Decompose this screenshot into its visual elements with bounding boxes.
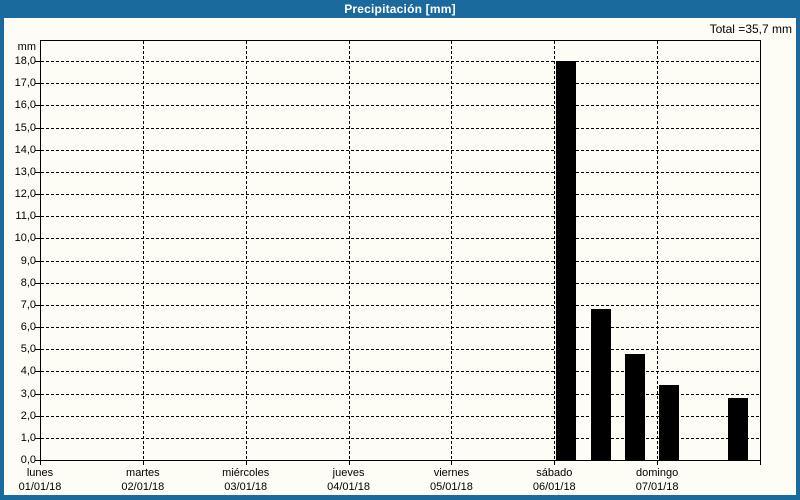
x-day-weekday-label: martes [93,467,193,480]
y-tick-label: 0,0 [0,454,36,467]
chart-title: Precipitación [mm] [344,2,456,16]
y-tick-label: 17,0 [0,77,36,90]
x-gridline [143,41,144,459]
y-gridline [41,172,759,173]
x-day-weekday-label: miércoles [196,467,296,480]
x-day-date-label: 04/01/18 [299,481,399,494]
x-day-weekday-label: jueves [299,467,399,480]
y-tick-label: 18,0 [0,55,36,68]
y-tick-label: 12,0 [0,188,36,201]
y-gridline [41,438,759,439]
x-day-weekday-label: viernes [401,467,501,480]
y-gridline [41,416,759,417]
y-gridline [41,105,759,106]
y-gridline [41,238,759,239]
window-border-bottom [0,495,800,500]
x-tick [349,461,350,465]
y-tick-label: 3,0 [0,388,36,401]
x-tick [554,461,555,465]
y-gridline [41,394,759,395]
x-day-date-label: 06/01/18 [504,481,604,494]
y-gridline [41,194,759,195]
precipitation-bar [659,385,679,460]
precipitation-bar [556,61,576,460]
y-gridline [41,83,759,84]
y-gridline [41,305,759,306]
y-tick-label: 6,0 [0,321,36,334]
y-gridline [41,349,759,350]
x-day-date-label: 07/01/18 [607,481,707,494]
x-day-date-label: 05/01/18 [401,481,501,494]
x-gridline [246,41,247,459]
y-tick-label: 16,0 [0,99,36,112]
y-tick-label: 4,0 [0,365,36,378]
y-gridline [41,61,759,62]
x-tick [246,461,247,465]
y-tick-label: 10,0 [0,232,36,245]
y-gridline [41,283,759,284]
y-tick-label: 15,0 [0,122,36,135]
y-tick-label: 1,0 [0,432,36,445]
y-tick-label: 2,0 [0,410,36,423]
window-border-right [796,18,800,500]
x-gridline [554,41,555,459]
y-gridline [41,371,759,372]
x-tick [451,461,452,465]
total-label: Total =35,7 mm [710,22,792,36]
window-border-left [0,18,4,500]
y-gridline [41,261,759,262]
x-day-date-label: 03/01/18 [196,481,296,494]
x-day-date-label: 02/01/18 [93,481,193,494]
chart-titlebar: Precipitación [mm] [0,0,800,18]
x-gridline [451,41,452,459]
x-tick [657,461,658,465]
x-tick [760,461,761,465]
precipitation-bar [728,398,748,460]
y-tick-label: 11,0 [0,210,36,223]
x-day-weekday-label: lunes [0,467,90,480]
x-day-date-label: 01/01/18 [0,481,90,494]
y-tick-label: 7,0 [0,299,36,312]
y-tick-label: 9,0 [0,255,36,268]
y-gridline [41,216,759,217]
x-day-weekday-label: sábado [504,467,604,480]
x-gridline [349,41,350,459]
y-axis-unit-label: mm [0,41,36,54]
y-tick-label: 8,0 [0,277,36,290]
precipitation-chart-window: Precipitación [mm] Total =35,7 mm 0,0 1,0… [0,0,800,500]
plot-area [40,40,761,461]
x-gridline [657,41,658,459]
precipitation-bar [625,354,645,460]
y-gridline [41,128,759,129]
x-tick [143,461,144,465]
y-tick-label: 13,0 [0,166,36,179]
precipitation-bar [591,309,611,460]
y-gridline [41,150,759,151]
y-tick-label: 14,0 [0,144,36,157]
y-tick-label: 5,0 [0,343,36,356]
x-day-weekday-label: domingo [607,467,707,480]
y-gridline [41,327,759,328]
x-tick [40,461,41,465]
